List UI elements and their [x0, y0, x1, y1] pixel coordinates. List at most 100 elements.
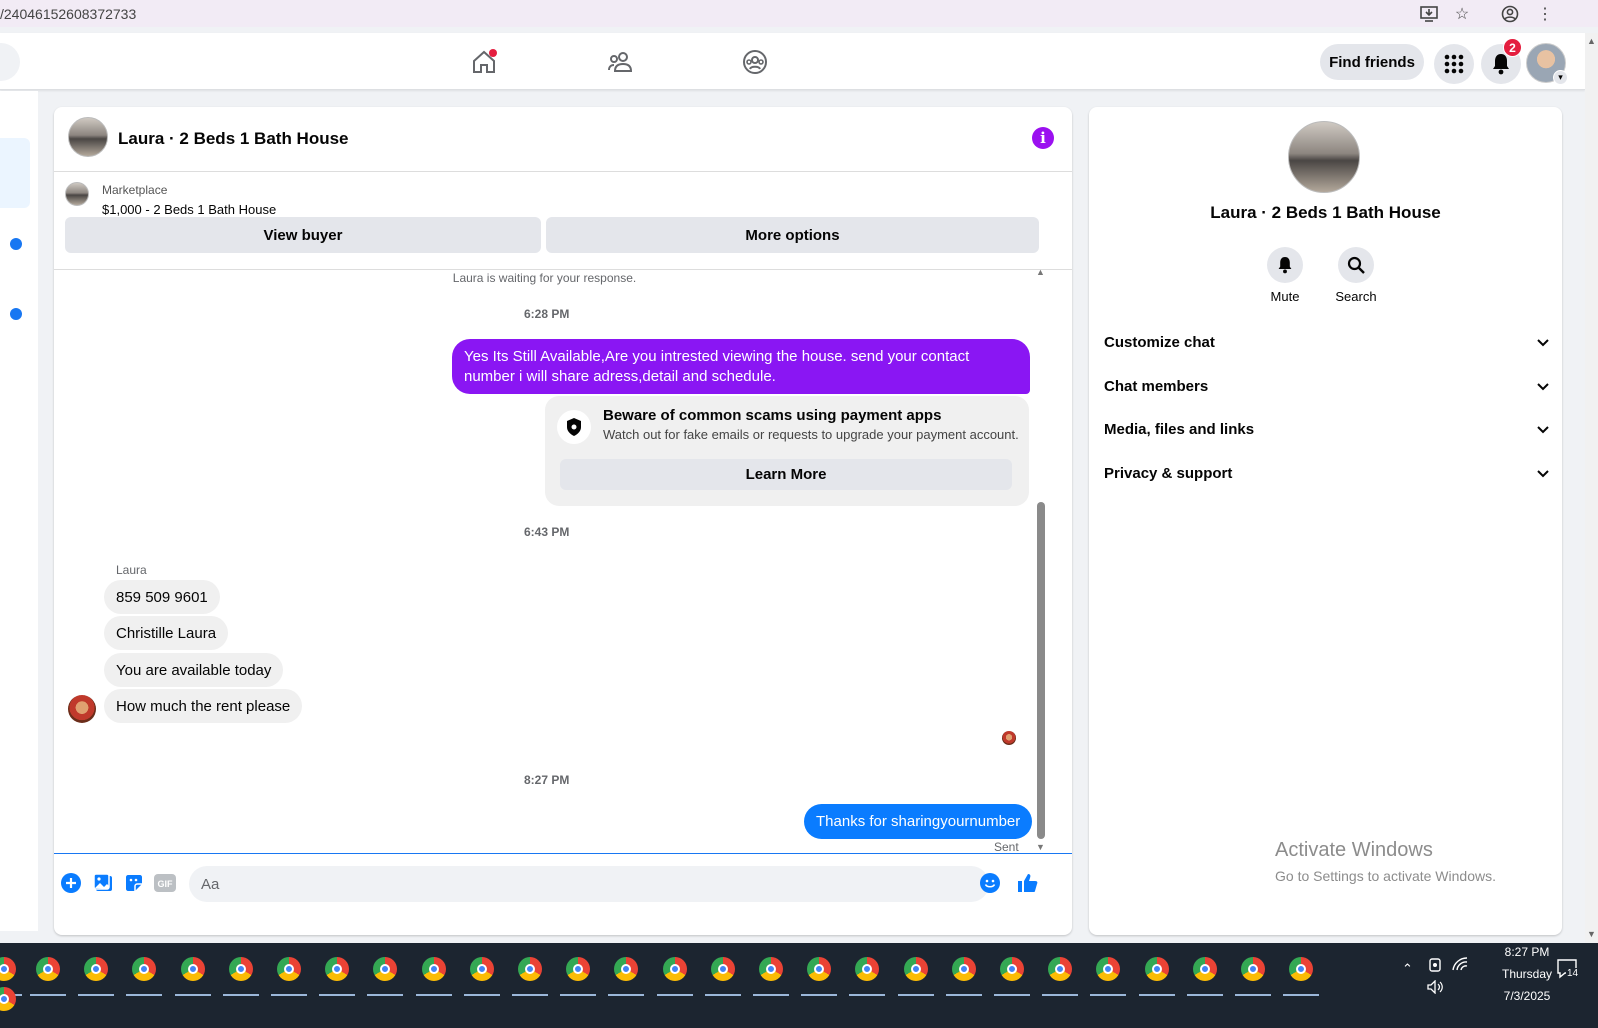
search-action[interactable]: Search [1326, 247, 1386, 304]
message-input[interactable]: Aa [189, 866, 989, 902]
mute-action[interactable]: Mute [1255, 247, 1315, 304]
listing-mini-thumbnail [65, 182, 89, 206]
star-icon[interactable]: ☆ [1452, 4, 1472, 24]
emoji-icon[interactable] [979, 872, 1001, 894]
install-icon[interactable] [1419, 4, 1439, 24]
scroll-down-arrow-icon[interactable]: ▼ [1036, 842, 1045, 852]
row-label: Chat members [1104, 377, 1209, 395]
notification-count-badge: 2 [1503, 38, 1522, 57]
chrome-icon [373, 957, 398, 981]
chrome-taskbar-button[interactable] [753, 955, 789, 996]
view-buyer-button[interactable]: View buyer [65, 217, 541, 253]
more-options-button[interactable]: More options [546, 217, 1039, 253]
find-friends-button[interactable]: Find friends [1320, 44, 1424, 80]
outgoing-message[interactable]: Yes Its Still Available,Are you intreste… [452, 339, 1030, 394]
chrome-taskbar-button[interactable] [30, 955, 66, 996]
chrome-taskbar-button[interactable] [319, 955, 356, 996]
chrome-taskbar-button[interactable] [849, 955, 886, 996]
chrome-taskbar-button[interactable] [512, 955, 548, 996]
chrome-icon [1241, 957, 1265, 981]
chrome-taskbar-button[interactable] [1042, 955, 1079, 996]
chrome-taskbar-button[interactable] [704, 955, 741, 996]
chrome-taskbar-button[interactable] [174, 955, 211, 996]
chrome-taskbar-button[interactable] [222, 955, 259, 996]
home-icon[interactable] [470, 48, 498, 76]
chrome-icon [951, 957, 976, 981]
page-scrollbar[interactable]: ▲ ▼ [1585, 33, 1598, 943]
chrome-taskbar-button[interactable] [367, 955, 404, 996]
sticker-icon[interactable] [123, 872, 145, 894]
thumbs-up-icon[interactable] [1017, 872, 1039, 894]
chevron-up-icon[interactable]: ⌃ [1402, 961, 1413, 977]
profile-icon[interactable] [1500, 4, 1520, 24]
incoming-message[interactable]: You are available today [104, 653, 284, 687]
kebab-icon[interactable]: ⋮ [1535, 4, 1555, 24]
selected-conversation-stub[interactable] [0, 138, 30, 208]
sender-avatar[interactable] [68, 695, 96, 723]
chat-header: Laura · 2 Beds 1 Bath House i [54, 107, 1072, 172]
learn-more-button[interactable]: Learn More [560, 459, 1012, 490]
incoming-message[interactable]: 859 509 9601 [104, 580, 220, 614]
running-indicator [1090, 994, 1127, 996]
gif-icon[interactable]: GIF [154, 872, 176, 894]
listing-price-title[interactable]: $1,000 - 2 Beds 1 Bath House [102, 202, 276, 217]
url-text[interactable]: /24046152608372733 [0, 6, 136, 22]
chrome-taskbar-button[interactable] [1090, 955, 1127, 996]
incoming-message[interactable]: How much the rent please [104, 689, 303, 723]
running-indicator [78, 994, 115, 996]
chrome-taskbar-button[interactable] [801, 955, 838, 996]
photo-icon[interactable] [92, 872, 114, 894]
outgoing-message[interactable]: Thanks for sharingyournumber [804, 804, 1033, 839]
privacy-support-row[interactable]: Privacy & support [1104, 458, 1549, 488]
chevron-down-icon [1537, 334, 1549, 351]
clock[interactable]: 8:27 PM Thursday 7/3/2025 [1492, 941, 1562, 1007]
scroll-down-arrow-icon[interactable]: ▼ [1587, 929, 1596, 939]
timestamp: 6:28 PM [524, 307, 570, 321]
chrome-taskbar-button[interactable] [608, 955, 645, 996]
chrome-taskbar-button[interactable] [126, 955, 163, 996]
customize-chat-row[interactable]: Customize chat [1104, 327, 1549, 357]
chrome-taskbar-button[interactable] [415, 955, 452, 996]
chrome-taskbar-button[interactable] [1235, 955, 1271, 996]
chrome-taskbar-button[interactable] [1283, 955, 1320, 996]
chrome-taskbar-button[interactable] [656, 955, 693, 996]
friends-icon[interactable] [606, 48, 634, 76]
scroll-up-arrow-icon[interactable]: ▲ [1587, 36, 1596, 46]
menu-grid-icon[interactable] [1434, 44, 1474, 84]
wifi-icon[interactable] [1452, 957, 1468, 974]
groups-icon[interactable] [741, 48, 769, 76]
chrome-taskbar-button[interactable] [1186, 955, 1223, 996]
plus-circle-icon[interactable] [60, 872, 82, 894]
chrome-taskbar-button[interactable] [463, 955, 500, 996]
chevron-down-icon [1537, 378, 1549, 395]
sender-name: Laura [116, 563, 147, 577]
media-files-links-row[interactable]: Media, files and links [1104, 414, 1549, 444]
svg-text:GIF: GIF [158, 879, 174, 889]
chrome-taskbar-button[interactable] [945, 955, 982, 996]
chrome-taskbar-button[interactable] [897, 955, 934, 996]
chrome-taskbar-button[interactable] [0, 955, 22, 996]
meet-now-icon[interactable] [1428, 957, 1442, 976]
listing-thumbnail[interactable] [68, 117, 108, 157]
chat-scrollbar[interactable]: ▲ ▼ [1034, 267, 1048, 852]
notification-center-icon[interactable]: 14 [1557, 959, 1580, 982]
chat-members-row[interactable]: Chat members [1104, 371, 1549, 401]
chrome-taskbar-button[interactable] [560, 955, 597, 996]
chat-panel: Laura · 2 Beds 1 Bath House i Marketplac… [54, 107, 1072, 935]
account-avatar[interactable]: ▾ [1526, 43, 1568, 85]
chrome-icon [0, 987, 16, 1011]
scroll-up-arrow-icon[interactable]: ▲ [1036, 267, 1045, 277]
info-icon[interactable]: i [1032, 127, 1054, 149]
speaker-icon[interactable] [1427, 979, 1445, 997]
chrome-taskbar-button[interactable] [1138, 955, 1175, 996]
search-field-stub[interactable] [0, 43, 20, 81]
chrome-taskbar-button[interactable] [78, 955, 115, 996]
incoming-message[interactable]: Christille Laura [104, 616, 229, 650]
chrome-taskbar-button[interactable] [0, 985, 18, 1013]
listing-profile-photo[interactable] [1288, 121, 1360, 193]
mute-label: Mute [1270, 289, 1300, 304]
chrome-taskbar-button[interactable] [271, 955, 307, 996]
scrollbar-thumb[interactable] [1037, 502, 1045, 839]
chrome-taskbar-button[interactable] [994, 955, 1030, 996]
chat-title[interactable]: Laura · 2 Beds 1 Bath House [118, 129, 349, 149]
